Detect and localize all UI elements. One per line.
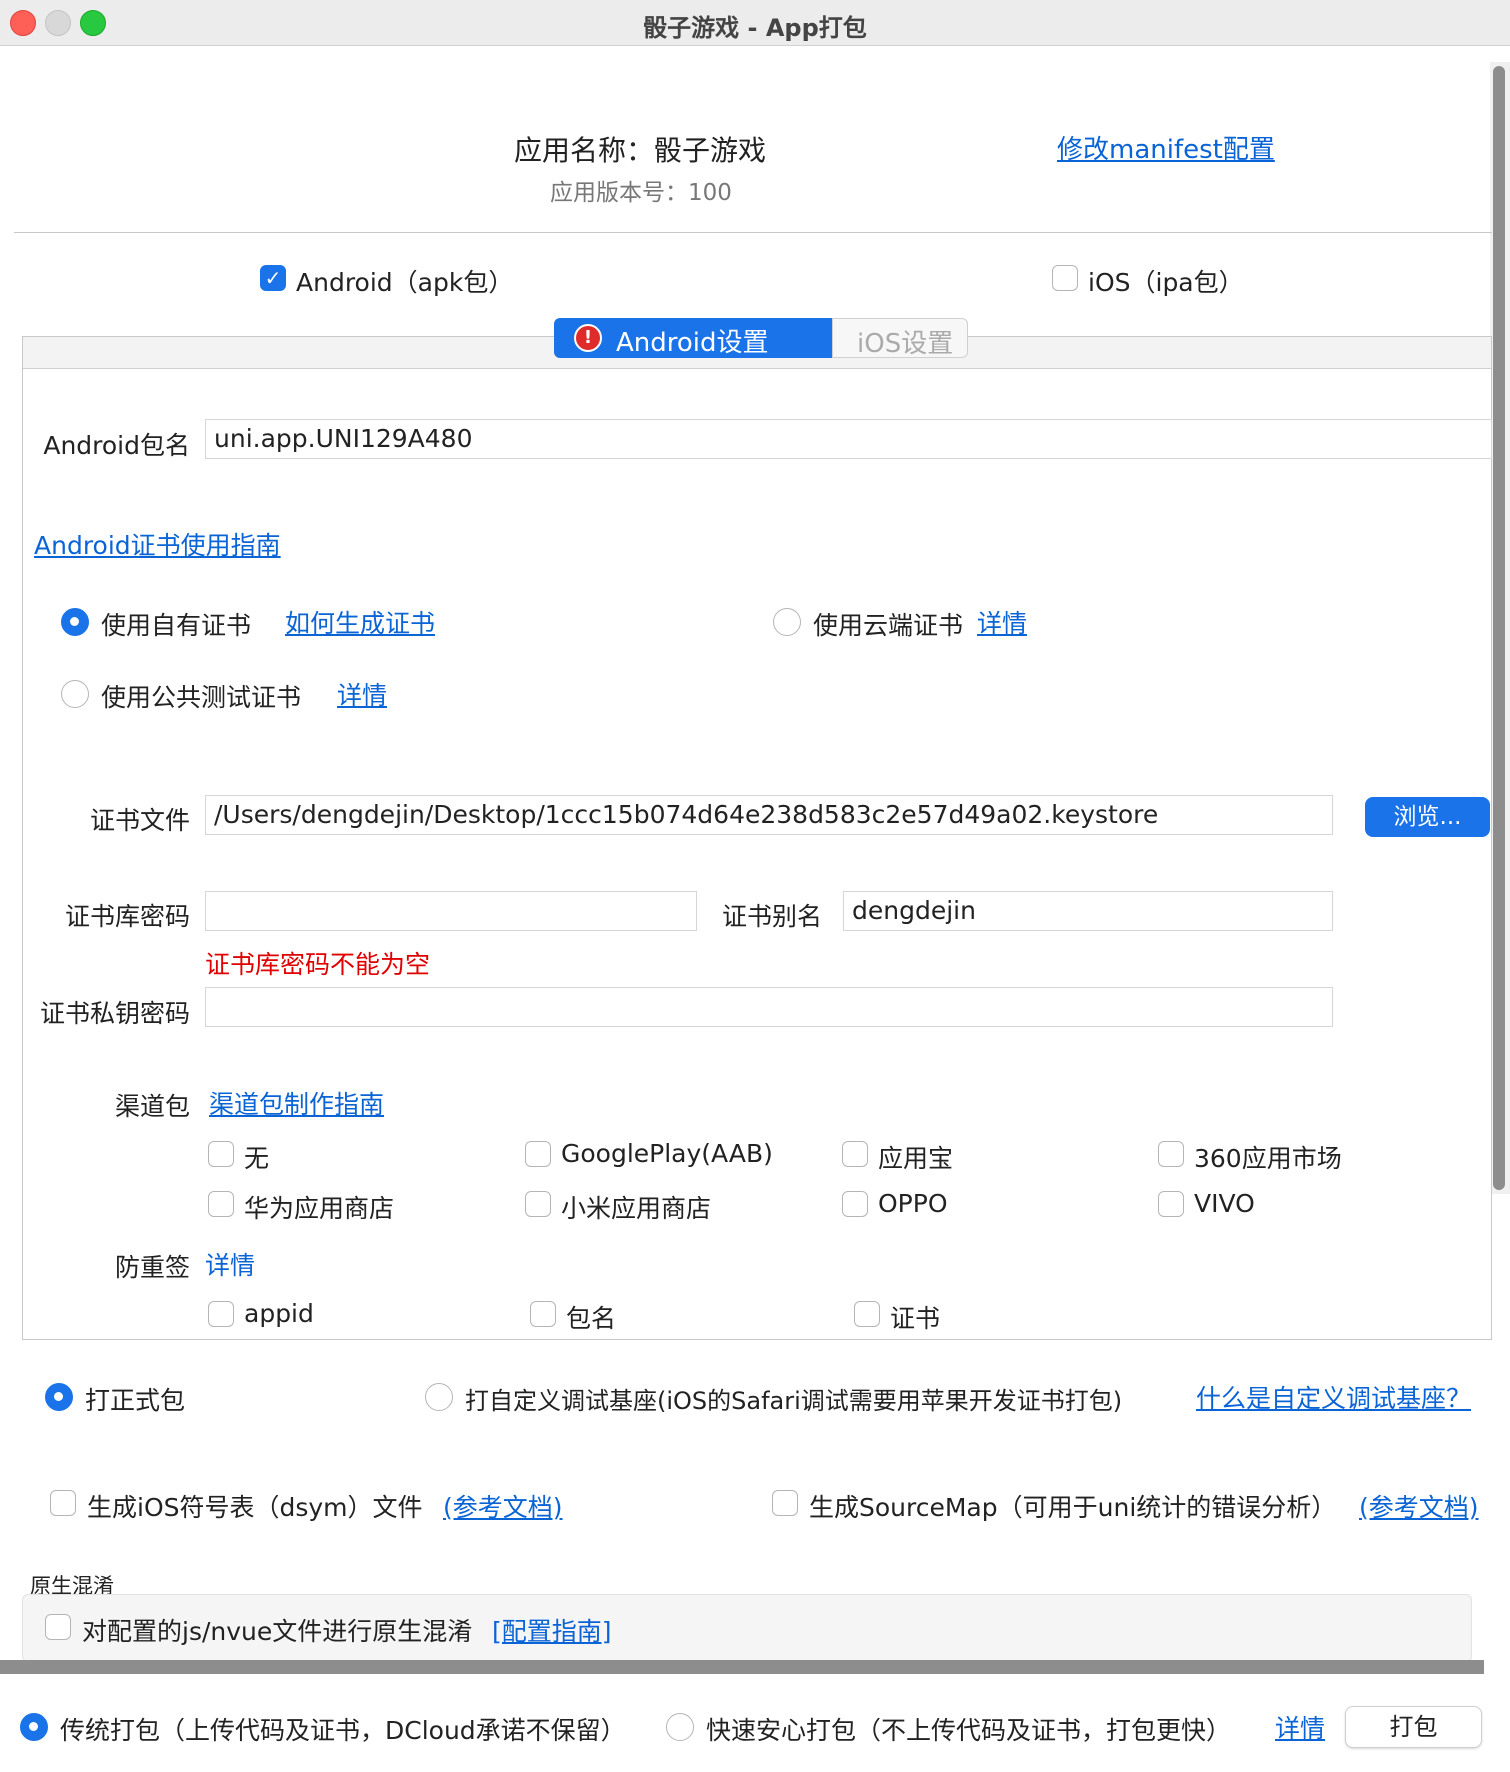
browse-button[interactable]: 浏览... <box>1365 797 1490 837</box>
public-cert-details-link[interactable]: 详情 <box>337 676 387 712</box>
cert-file-label: 证书文件 <box>89 806 190 835</box>
anti-resign-checkbox-cert[interactable] <box>854 1301 880 1327</box>
anti-resign-label: 防重签 <box>114 1253 190 1282</box>
tab-ios-label: iOS设置 <box>857 329 954 359</box>
own-cert-label: 使用自有证书 <box>101 611 252 640</box>
obfuscation-label: 对配置的js/nvue文件进行原生混淆 <box>82 1617 473 1646</box>
channel-label-vivo: VIVO <box>1194 1189 1255 1218</box>
anti-resign-details-link[interactable]: 详情 <box>205 1246 255 1282</box>
cloud-cert-label: 使用云端证书 <box>813 611 964 640</box>
ios-platform-checkbox[interactable] <box>1052 265 1078 291</box>
settings-panel <box>22 336 1492 1340</box>
dsym-docs-link[interactable]: (参考文档) <box>443 1488 563 1524</box>
channel-label-none: 无 <box>244 1144 270 1173</box>
cert-file-input[interactable]: /Users/dengdejin/Desktop/1ccc15b074d64e2… <box>205 795 1333 835</box>
keystore-password-error: 证书库密码不能为空 <box>205 950 431 979</box>
sourcemap-docs-link[interactable]: (参考文档) <box>1359 1488 1479 1524</box>
obfuscation-guide-link[interactable]: [配置指南] <box>492 1612 612 1648</box>
anti-resign-label-cert: 证书 <box>890 1304 941 1333</box>
custom-base-help-link[interactable]: 什么是自定义调试基座？ <box>1196 1379 1471 1415</box>
pack-button[interactable]: 打包 <box>1345 1706 1482 1748</box>
traditional-pack-label: 传统打包（上传代码及证书，DCloud承诺不保留） <box>60 1716 626 1745</box>
anti-resign-checkbox-appid[interactable] <box>208 1301 234 1327</box>
package-name-label: Android包名 <box>43 431 190 460</box>
keystore-password-input[interactable] <box>205 891 697 931</box>
channel-checkbox-oppo[interactable] <box>842 1191 868 1217</box>
own-cert-radio[interactable] <box>61 608 89 636</box>
sourcemap-checkbox[interactable] <box>772 1490 798 1516</box>
channel-label-oppo: OPPO <box>878 1189 948 1218</box>
edit-manifest-link[interactable]: 修改manifest配置 <box>1057 129 1275 166</box>
tab-android-label: Android设置 <box>616 328 769 358</box>
app-version: 应用版本号：100 <box>550 180 732 206</box>
obfuscation-checkbox[interactable] <box>45 1614 71 1640</box>
ios-platform-label: iOS（ipa包） <box>1088 268 1244 297</box>
cloud-cert-radio[interactable] <box>773 608 801 636</box>
error-icon: ! <box>574 324 602 352</box>
channel-checkbox-googleplay[interactable] <box>525 1141 551 1167</box>
scrollbar-thumb[interactable] <box>1493 66 1505 1190</box>
public-cert-radio[interactable] <box>61 680 89 708</box>
fast-pack-label: 快速安心打包（不上传代码及证书，打包更快） <box>706 1716 1232 1745</box>
cert-alias-input[interactable]: dengdejin <box>843 891 1333 931</box>
cert-guide-link[interactable]: Android证书使用指南 <box>34 526 281 562</box>
private-key-password-input[interactable] <box>205 987 1333 1027</box>
anti-resign-label-appid: appid <box>244 1299 314 1328</box>
scrollbar-track[interactable] <box>1490 62 1510 1194</box>
sourcemap-label: 生成SourceMap（可用于uni统计的错误分析） <box>809 1493 1337 1522</box>
channel-checkbox-yingyongbao[interactable] <box>842 1141 868 1167</box>
pack-details-link[interactable]: 详情 <box>1275 1709 1325 1745</box>
channel-label: 渠道包 <box>114 1092 190 1121</box>
channel-guide-link[interactable]: 渠道包制作指南 <box>209 1085 384 1121</box>
tab-android-settings[interactable]: ! Android设置 <box>554 318 832 358</box>
how-to-generate-cert-link[interactable]: 如何生成证书 <box>285 604 435 640</box>
channel-checkbox-none[interactable] <box>208 1141 234 1167</box>
custom-base-radio[interactable] <box>425 1383 453 1411</box>
channel-label-googleplay: GooglePlay(AAB) <box>561 1139 773 1168</box>
channel-label-360: 360应用市场 <box>1194 1144 1342 1173</box>
dsym-label: 生成iOS符号表（dsym）文件 <box>87 1493 423 1522</box>
anti-resign-checkbox-package[interactable] <box>530 1301 556 1327</box>
header-divider <box>14 232 1492 233</box>
android-platform-checkbox[interactable]: ✓ <box>260 265 286 291</box>
app-name: 应用名称：骰子游戏 <box>514 134 767 167</box>
horizontal-scrollbar[interactable] <box>0 1660 1484 1674</box>
fast-pack-radio[interactable] <box>666 1713 694 1741</box>
android-platform-label: Android（apk包） <box>296 268 514 297</box>
dsym-checkbox[interactable] <box>50 1490 76 1516</box>
channel-checkbox-360[interactable] <box>1158 1141 1184 1167</box>
channel-checkbox-xiaomi[interactable] <box>525 1191 551 1217</box>
public-cert-label: 使用公共测试证书 <box>101 683 302 712</box>
anti-resign-label-package: 包名 <box>566 1304 617 1333</box>
tab-ios-settings[interactable]: iOS设置 <box>832 318 968 359</box>
release-build-radio[interactable] <box>45 1383 73 1411</box>
channel-checkbox-huawei[interactable] <box>208 1191 234 1217</box>
channel-label-huawei: 华为应用商店 <box>244 1194 395 1223</box>
channel-label-yingyongbao: 应用宝 <box>878 1144 954 1173</box>
private-key-password-label: 证书私钥密码 <box>39 999 190 1028</box>
release-build-label: 打正式包 <box>85 1386 186 1415</box>
custom-base-label: 打自定义调试基座(iOS的Safari调试需要用苹果开发证书打包) <box>465 1387 1123 1415</box>
window-title: 骰子游戏 - App打包 <box>643 14 867 42</box>
cert-alias-label: 证书别名 <box>721 902 822 931</box>
channel-label-xiaomi: 小米应用商店 <box>561 1194 712 1223</box>
traditional-pack-radio[interactable] <box>20 1713 48 1741</box>
channel-checkbox-vivo[interactable] <box>1158 1191 1184 1217</box>
window-titlebar: 骰子游戏 - App打包 <box>0 0 1510 46</box>
cloud-cert-details-link[interactable]: 详情 <box>977 604 1027 640</box>
package-name-input[interactable]: uni.app.UNI129A480 <box>205 419 1492 459</box>
keystore-password-label: 证书库密码 <box>64 902 190 931</box>
